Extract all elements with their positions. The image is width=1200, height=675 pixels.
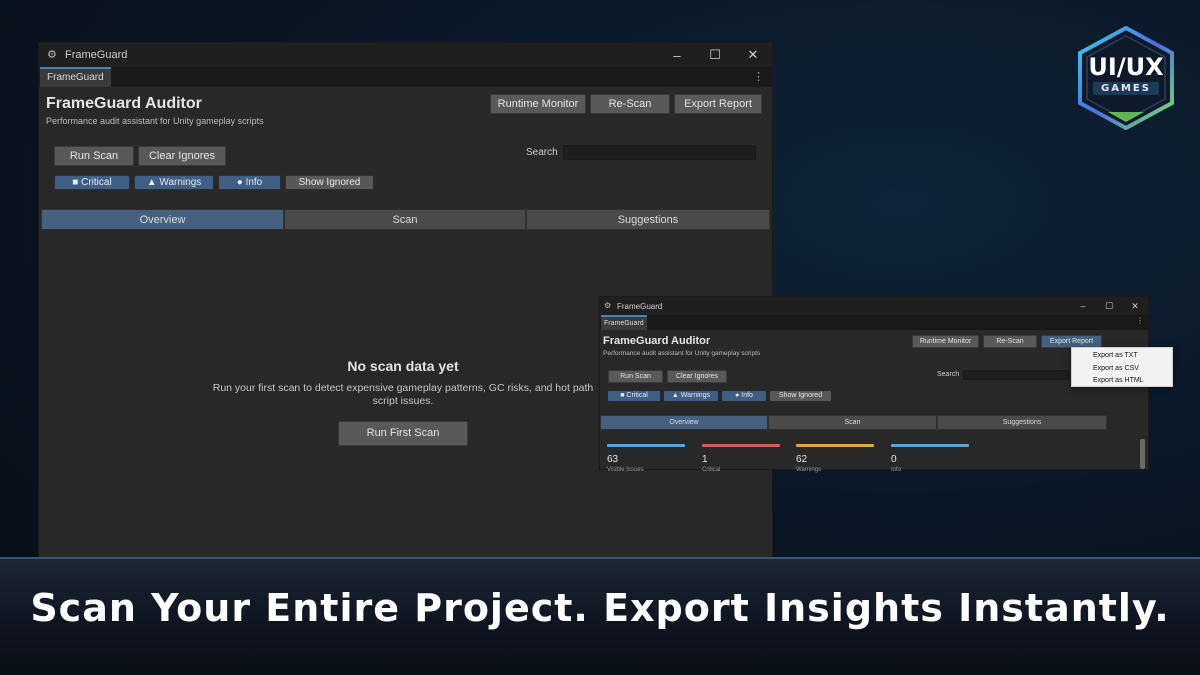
rescan-button[interactable]: Re-Scan xyxy=(590,94,670,114)
stat-color-bar xyxy=(702,444,780,447)
empty-state-title: No scan data yet xyxy=(347,358,459,374)
caption-band: Scan Your Entire Project. Export Insight… xyxy=(0,557,1200,675)
stat-value: 63 xyxy=(607,454,619,465)
editor-tabstrip: FrameGuard ⋮ xyxy=(39,67,772,87)
stat-value: 1 xyxy=(702,454,708,465)
stat-color-bar xyxy=(891,444,969,447)
stat-label: Visible Issues xyxy=(607,467,644,473)
stat-color-bar xyxy=(607,444,685,447)
search-input[interactable] xyxy=(963,370,1069,380)
maximize-icon[interactable]: ☐ xyxy=(696,47,734,63)
stat-color-bar xyxy=(796,444,874,447)
stat-card: 0 Info xyxy=(891,444,969,473)
show-ignored-toggle[interactable]: Show Ignored xyxy=(770,391,831,401)
window-title: FrameGuard xyxy=(617,301,663,311)
run-scan-button[interactable]: Run Scan xyxy=(608,370,663,383)
logo-subtitle: GAMES xyxy=(1101,83,1151,94)
stat-card: 63 Visible Issues xyxy=(607,444,685,473)
stat-label: Warnings xyxy=(796,467,822,473)
tab-suggestions[interactable]: Suggestions xyxy=(937,415,1107,430)
export-html-option[interactable]: Export as HTML xyxy=(1072,375,1172,388)
filter-warnings-toggle[interactable]: ▲ Warnings xyxy=(664,391,718,401)
filter-critical-toggle[interactable]: ■ Critical xyxy=(608,391,660,401)
stat-card: 1 Critical xyxy=(702,444,780,473)
page-title: FrameGuard Auditor xyxy=(46,95,202,112)
export-dropdown-menu: Export as TXT Export as CSV Export as HT… xyxy=(1071,347,1173,387)
runtime-monitor-button[interactable]: Runtime Monitor xyxy=(912,335,979,348)
filter-info-label: Info xyxy=(245,177,263,188)
window-titlebar: ⚙ FrameGuard – ☐ ✕ xyxy=(600,297,1148,315)
promo-caption: Scan Your Entire Project. Export Insight… xyxy=(30,586,1170,630)
window-titlebar: ⚙ FrameGuard – ☐ ✕ xyxy=(39,43,772,67)
close-icon[interactable]: ✕ xyxy=(1122,301,1148,312)
tab-overview[interactable]: Overview xyxy=(600,415,768,430)
filter-warnings-label: Warnings xyxy=(159,177,202,188)
filter-critical-label: Critical xyxy=(626,392,648,399)
scrollbar-thumb[interactable] xyxy=(1140,439,1145,469)
search-label: Search xyxy=(937,371,960,378)
tab-scan[interactable]: Scan xyxy=(768,415,937,430)
uiux-games-logo: UI/UX GAMES xyxy=(1076,25,1176,131)
tab-scan[interactable]: Scan xyxy=(284,209,526,230)
page-subtitle: Performance audit assistant for Unity ga… xyxy=(603,350,761,357)
search-input[interactable] xyxy=(563,145,756,160)
export-report-button[interactable]: Export Report xyxy=(674,94,762,114)
logo-title: UI/UX xyxy=(1088,53,1164,81)
unity-app-icon: ⚙ xyxy=(47,49,57,61)
run-scan-button[interactable]: Run Scan xyxy=(54,146,134,166)
clear-ignores-button[interactable]: Clear Ignores xyxy=(138,146,226,166)
editor-tab-frameguard[interactable]: FrameGuard xyxy=(601,315,647,330)
square-icon: ■ xyxy=(72,177,79,188)
run-first-scan-button[interactable]: Run First Scan xyxy=(338,421,468,446)
stat-value: 62 xyxy=(796,454,808,465)
close-icon[interactable]: ✕ xyxy=(734,47,772,63)
filter-info-toggle[interactable]: ● Info xyxy=(722,391,766,401)
tab-suggestions[interactable]: Suggestions xyxy=(526,209,770,230)
maximize-icon[interactable]: ☐ xyxy=(1096,301,1122,312)
window-title: FrameGuard xyxy=(65,49,128,61)
page-title: FrameGuard Auditor xyxy=(603,335,711,347)
more-options-icon[interactable]: ⋮ xyxy=(1136,316,1144,325)
stat-label: Info xyxy=(891,467,902,473)
editor-tabstrip: FrameGuard ⋮ xyxy=(600,315,1148,330)
circle-icon: ● xyxy=(236,177,243,188)
filter-warnings-toggle[interactable]: ▲ Warnings xyxy=(134,175,214,190)
export-csv-option[interactable]: Export as CSV xyxy=(1072,363,1172,376)
stat-label: Critical xyxy=(702,467,721,473)
circle-icon: ● xyxy=(735,392,740,399)
rescan-button[interactable]: Re-Scan xyxy=(983,335,1037,348)
more-options-icon[interactable]: ⋮ xyxy=(753,70,764,83)
minimize-icon[interactable]: – xyxy=(1070,301,1096,311)
clear-ignores-button[interactable]: Clear Ignores xyxy=(667,370,727,383)
filter-info-toggle[interactable]: ● Info xyxy=(218,175,281,190)
triangle-icon: ▲ xyxy=(671,392,679,399)
editor-tab-frameguard[interactable]: FrameGuard xyxy=(40,67,111,87)
triangle-icon: ▲ xyxy=(146,177,157,188)
export-txt-option[interactable]: Export as TXT xyxy=(1072,350,1172,363)
stat-value: 0 xyxy=(891,454,897,465)
show-ignored-toggle[interactable]: Show Ignored xyxy=(285,175,374,190)
minimize-icon[interactable]: – xyxy=(658,48,696,63)
runtime-monitor-button[interactable]: Runtime Monitor xyxy=(490,94,586,114)
tab-overview[interactable]: Overview xyxy=(41,209,284,230)
page-subtitle: Performance audit assistant for Unity ga… xyxy=(46,116,264,126)
search-label: Search xyxy=(526,147,558,158)
filter-critical-toggle[interactable]: ■ Critical xyxy=(54,175,130,190)
filter-critical-label: Critical xyxy=(81,177,112,188)
filter-info-label: Info xyxy=(741,392,753,399)
empty-state-message: Run your first scan to detect expensive … xyxy=(212,382,594,407)
unity-app-icon: ⚙ xyxy=(604,301,612,310)
square-icon: ■ xyxy=(620,392,625,399)
filter-warnings-label: Warnings xyxy=(680,392,711,399)
stat-card: 62 Warnings xyxy=(796,444,874,473)
